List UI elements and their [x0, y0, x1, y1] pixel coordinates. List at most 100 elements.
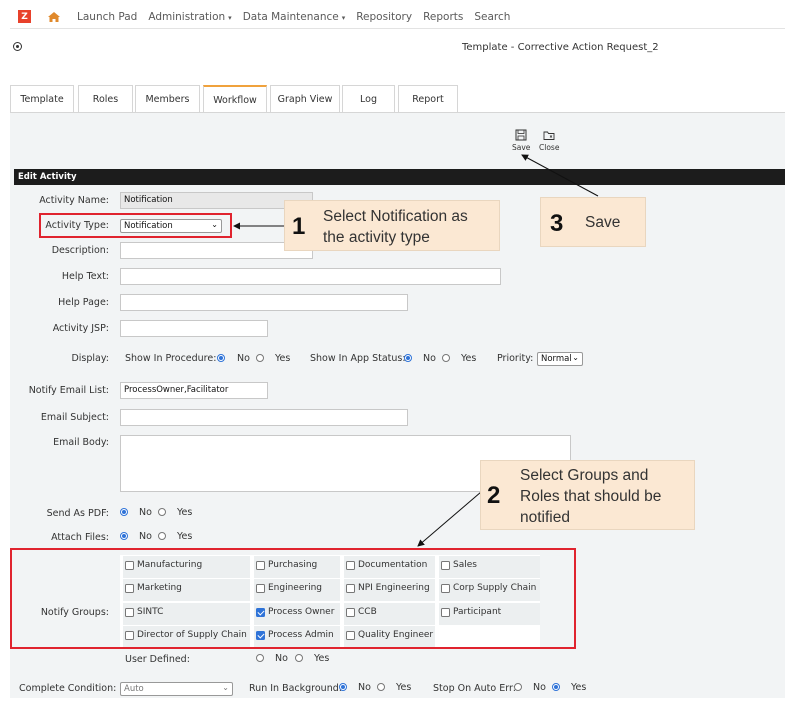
nav-launch-pad[interactable]: Launch Pad: [77, 11, 137, 23]
stop-on-auto-err-no-radio[interactable]: [514, 683, 522, 691]
send-as-pdf-yes-radio[interactable]: [158, 508, 166, 516]
email-body-label: Email Body:: [53, 437, 109, 448]
show-in-procedure-no-radio[interactable]: [217, 354, 225, 362]
section-title: Edit Activity: [14, 169, 785, 185]
tab-template[interactable]: Template: [10, 85, 74, 113]
complete-condition-value: Auto: [124, 684, 144, 694]
attach-files-no-radio[interactable]: [120, 532, 128, 540]
folder-close-icon: [543, 131, 555, 140]
send-as-pdf-no-radio[interactable]: [120, 508, 128, 516]
show-in-app-status-yes-radio[interactable]: [442, 354, 450, 362]
complete-condition-select[interactable]: Auto ⌄: [120, 682, 233, 696]
priority-label: Priority:: [497, 353, 534, 364]
nav-data-maintenance-label: Data Maintenance: [242, 10, 339, 23]
callout-3-text: Save: [585, 214, 621, 231]
priority-value: Normal: [541, 354, 572, 364]
help-text-field[interactable]: [120, 268, 501, 285]
tab-graph-view[interactable]: Graph View: [270, 85, 340, 113]
user-defined-yes-label: Yes: [314, 653, 330, 664]
priority-select[interactable]: Normal ⌄: [537, 352, 583, 366]
run-in-background-no-label: No: [358, 682, 371, 693]
show-in-app-status-yes-label: Yes: [461, 353, 477, 364]
close-button[interactable]: Close: [539, 129, 559, 152]
callout-2-text-line1: Select Groups and: [520, 467, 649, 484]
tab-report[interactable]: Report: [398, 85, 458, 113]
stop-on-auto-err-yes-label: Yes: [571, 682, 587, 693]
nav-reports[interactable]: Reports: [423, 11, 463, 23]
notify-groups-highlight: [10, 548, 576, 649]
attach-files-yes-label: Yes: [177, 531, 193, 542]
callout-1-text-line1: Select Notification as: [323, 208, 468, 225]
attach-files-label: Attach Files:: [51, 532, 109, 543]
activity-name-label: Activity Name:: [39, 195, 109, 206]
callout-2-text-line3: notified: [520, 509, 570, 526]
nav-repository[interactable]: Repository: [356, 11, 412, 23]
callout-2-number: 2: [487, 482, 501, 509]
user-defined-no-label: No: [275, 653, 288, 664]
activity-jsp-label: Activity JSP:: [52, 323, 109, 334]
top-nav: Z Launch Pad Administration ▾ Data Mainte…: [10, 5, 785, 29]
activity-type-highlight: [39, 213, 232, 238]
run-in-background-label: Run In Background:: [249, 683, 342, 694]
stop-on-auto-err-no-label: No: [533, 682, 546, 693]
stop-on-auto-err-label: Stop On Auto Err:: [433, 683, 516, 694]
send-as-pdf-label: Send As PDF:: [46, 508, 109, 519]
page-title: Template - Corrective Action Request_2: [462, 42, 659, 53]
complete-condition-label: Complete Condition:: [19, 683, 117, 694]
show-in-procedure-label: Show In Procedure:: [125, 353, 217, 364]
user-defined-no-radio[interactable]: [256, 654, 264, 662]
nav-data-maintenance[interactable]: Data Maintenance ▾: [243, 11, 346, 23]
show-in-procedure-no-label: No: [237, 353, 250, 364]
save-label: Save: [512, 143, 531, 152]
nav-search[interactable]: Search: [474, 11, 510, 23]
email-subject-field[interactable]: [120, 409, 408, 426]
chevron-down-icon: ⌄: [572, 353, 579, 362]
tab-roles[interactable]: Roles: [78, 85, 133, 113]
send-as-pdf-yes-label: Yes: [177, 507, 193, 518]
activity-jsp-field[interactable]: [120, 320, 268, 337]
run-in-background-yes-label: Yes: [396, 682, 412, 693]
callout-1-text-line2: the activity type: [323, 229, 430, 246]
nav-administration[interactable]: Administration ▾: [148, 11, 231, 23]
callout-2-text-line2: Roles that should be: [520, 488, 662, 505]
app-logo[interactable]: Z: [18, 10, 31, 23]
description-label: Description:: [51, 245, 109, 256]
display-label: Display:: [71, 353, 109, 364]
attach-files-no-label: No: [139, 531, 152, 542]
show-in-app-status-no-label: No: [423, 353, 436, 364]
tab-workflow[interactable]: Workflow: [203, 85, 267, 113]
attach-files-yes-radio[interactable]: [158, 532, 166, 540]
tab-members[interactable]: Members: [135, 85, 200, 113]
chevron-down-icon: ⌄: [222, 683, 229, 692]
chevron-down-icon: ▾: [228, 13, 232, 22]
show-in-app-status-no-radio[interactable]: [404, 354, 412, 362]
send-as-pdf-no-label: No: [139, 507, 152, 518]
collapse-icon[interactable]: [13, 42, 22, 51]
chevron-down-icon: ▾: [341, 13, 346, 22]
notify-email-list-label: Notify Email List:: [28, 385, 109, 396]
help-text-label: Help Text:: [61, 271, 109, 282]
user-defined-label: User Defined:: [125, 654, 190, 665]
close-label: Close: [539, 143, 560, 152]
email-subject-label: Email Subject:: [40, 412, 109, 423]
home-icon[interactable]: [47, 11, 61, 23]
show-in-procedure-yes-radio[interactable]: [256, 354, 264, 362]
run-in-background-yes-radio[interactable]: [377, 683, 385, 691]
callout-3: 3 Save: [540, 197, 646, 247]
notify-email-list-field[interactable]: ProcessOwner,Facilitator: [120, 382, 268, 399]
callout-3-number: 3: [550, 210, 564, 237]
callout-1-number: 1: [292, 213, 306, 240]
stop-on-auto-err-yes-radio[interactable]: [552, 683, 560, 691]
show-in-app-status-label: Show In App Status:: [310, 353, 406, 364]
tab-log[interactable]: Log: [342, 85, 395, 113]
save-button[interactable]: Save: [512, 129, 530, 152]
nav-administration-label: Administration: [148, 10, 226, 23]
callout-1: 1 Select Notification as the activity ty…: [284, 200, 500, 251]
run-in-background-no-radio[interactable]: [339, 683, 347, 691]
help-page-label: Help Page:: [58, 297, 109, 308]
help-page-field[interactable]: [120, 294, 408, 311]
callout-2: 2 Select Groups and Roles that should be…: [480, 460, 695, 530]
user-defined-yes-radio[interactable]: [295, 654, 303, 662]
show-in-procedure-yes-label: Yes: [275, 353, 291, 364]
save-icon: [515, 129, 527, 141]
